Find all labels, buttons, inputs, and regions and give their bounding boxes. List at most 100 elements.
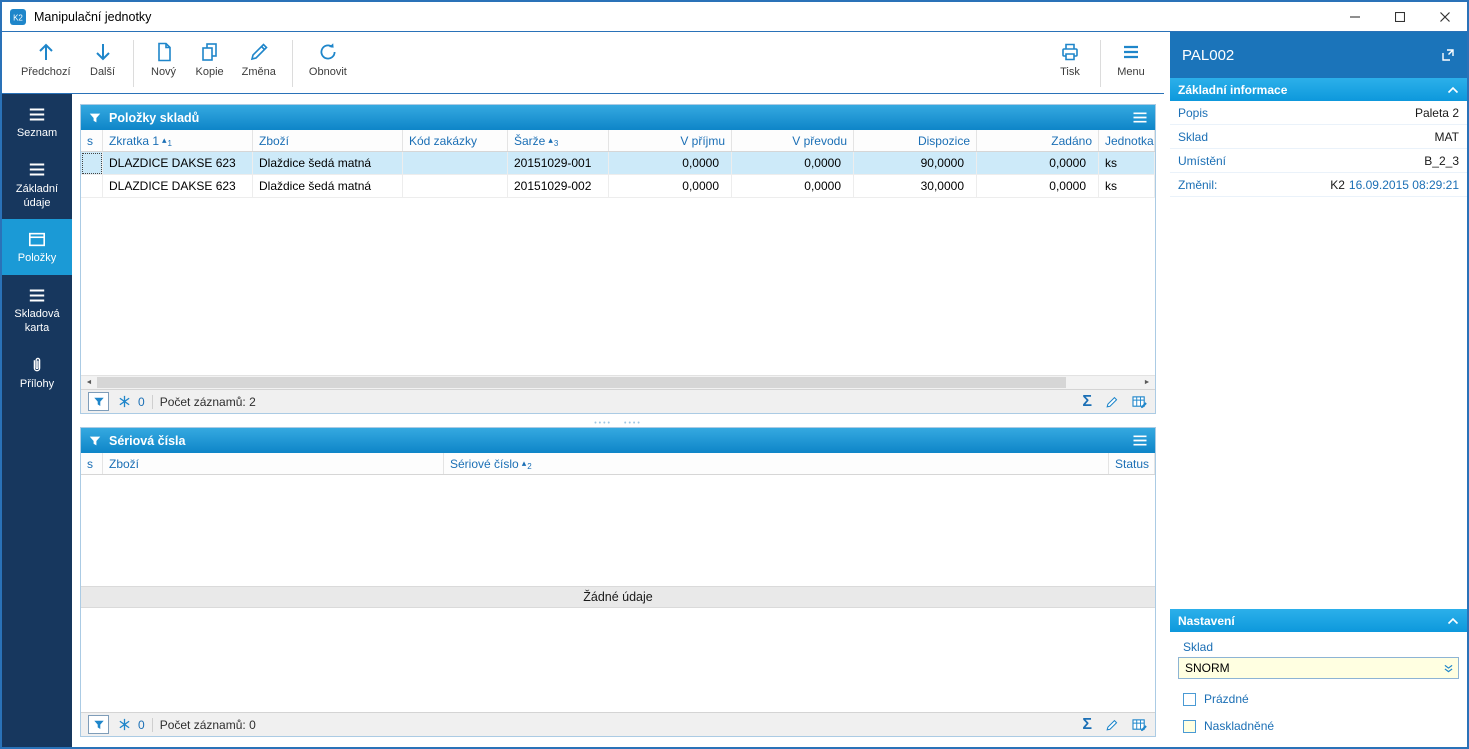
cell-jednotka: ks <box>1099 175 1155 198</box>
new-button[interactable]: Nový <box>141 37 187 90</box>
info-value: K2 16.09.2015 08:29:21 <box>1330 177 1459 192</box>
column-header-kod-zakazky[interactable]: Kód zakázky <box>403 130 508 151</box>
sidebar-item-zakladni-udaje[interactable]: Základní údaje <box>2 150 72 220</box>
scroll-right-icon[interactable]: ► <box>1139 376 1155 389</box>
titlebar: K2 Manipulační jednotky <box>2 2 1467 32</box>
checkbox-prazdne[interactable]: Prázdné <box>1178 692 1459 706</box>
sort-asc-icon: ▴ 3 <box>548 135 559 148</box>
toolbar: Předchozí Další Nový Kopie Změna Obnovit… <box>2 32 1164 94</box>
cell-zadano: 0,0000 <box>977 152 1099 175</box>
info-row-sklad: Sklad MAT <box>1170 125 1467 149</box>
table-row[interactable]: DLAZDICE DAKSE 623 Dlaždice šedá matná 2… <box>81 152 1155 175</box>
close-button[interactable] <box>1422 2 1467 31</box>
arrow-up-icon <box>35 39 57 64</box>
filter-button[interactable] <box>88 392 109 411</box>
scroll-left-icon[interactable]: ◄ <box>81 376 97 389</box>
status-separator <box>151 717 153 732</box>
settings-section: Sklad SNORM Prázdné Naskladněné <box>1170 632 1467 747</box>
filter-funnel-icon[interactable] <box>88 111 102 125</box>
sidebar-item-label: Skladová karta <box>14 308 60 334</box>
warehouse-value: SNORM <box>1185 661 1230 675</box>
edit-icon[interactable] <box>1105 718 1119 732</box>
panel-splitter[interactable] <box>80 414 1156 427</box>
checkbox-naskladnene[interactable]: Naskladněné <box>1178 719 1459 733</box>
serial-numbers-panel-header: Sériová čísla <box>81 428 1155 453</box>
column-header-zbozi[interactable]: Zboží <box>103 453 444 474</box>
table-row[interactable]: DLAZDICE DAKSE 623 Dlaždice šedá matná 2… <box>81 175 1155 198</box>
cell-sarze: 20151029-002 <box>508 175 609 198</box>
panel-menu-icon[interactable] <box>1132 434 1148 447</box>
column-header-sarze[interactable]: Šarže ▴ 3 <box>508 130 609 151</box>
checkbox-box[interactable] <box>1183 719 1196 733</box>
column-header-s[interactable]: s <box>81 130 103 151</box>
status-separator <box>151 394 153 409</box>
frozen-filter-icon[interactable] <box>118 718 131 731</box>
column-header-v-prevodu[interactable]: V převodu <box>732 130 854 151</box>
horizontal-scrollbar[interactable]: ◄ ► <box>81 375 1155 389</box>
form-icon <box>4 229 70 249</box>
refresh-button[interactable]: Obnovit <box>300 37 356 90</box>
sidebar-item-label: Položky <box>17 252 57 265</box>
print-button[interactable]: Tisk <box>1047 37 1093 90</box>
stock-statusbar: 0 Počet záznamů: 2 Σ <box>81 389 1155 413</box>
edit-icon[interactable] <box>1105 395 1119 409</box>
toolbar-separator <box>291 40 293 87</box>
column-header-zadano[interactable]: Zadáno <box>977 130 1099 151</box>
column-header-s[interactable]: s <box>81 453 103 474</box>
column-header-zkratka[interactable]: Zkratka 1 ▴ 1 <box>103 130 253 151</box>
panel-menu-icon[interactable] <box>1132 111 1148 124</box>
sidebar-item-skladova-karta[interactable]: Skladová karta <box>2 275 72 345</box>
next-button[interactable]: Další <box>80 37 126 90</box>
sidebar-item-polozky[interactable]: Položky <box>2 219 72 275</box>
sidebar-item-prilohy[interactable]: Přílohy <box>2 345 72 401</box>
cell-kod-zakazky <box>403 152 508 175</box>
column-settings-icon[interactable] <box>1132 395 1148 409</box>
info-row-umisteni: Umístění B_2_3 <box>1170 149 1467 173</box>
column-header-seriove-cislo[interactable]: Sériové číslo ▴ 2 <box>444 453 1109 474</box>
minimize-button[interactable] <box>1332 2 1377 31</box>
cell-dispozice: 30,0000 <box>854 175 977 198</box>
column-header-status[interactable]: Status <box>1109 453 1155 474</box>
arrow-down-icon <box>92 39 114 64</box>
column-header-dispozice[interactable]: Dispozice <box>854 130 977 151</box>
row-selector-cell <box>81 175 103 198</box>
warehouse-label: Sklad <box>1183 640 1214 654</box>
change-button[interactable]: Změna <box>233 37 285 90</box>
column-header-v-prijmu[interactable]: V příjmu <box>609 130 732 151</box>
sidebar-item-seznam[interactable]: Seznam <box>2 94 72 150</box>
copy-button[interactable]: Kopie <box>187 37 233 90</box>
column-header-zbozi[interactable]: Zboží <box>253 130 403 151</box>
menu-button[interactable]: Menu <box>1108 37 1154 90</box>
detail-filler <box>1170 197 1467 609</box>
filter-button[interactable] <box>88 715 109 734</box>
detail-panel-header: PAL002 <box>1170 32 1467 78</box>
checkbox-box[interactable] <box>1183 692 1196 706</box>
list-icon <box>4 285 70 305</box>
paperclip-icon <box>4 355 70 375</box>
chevron-up-icon[interactable] <box>1447 617 1459 625</box>
detail-title: PAL002 <box>1182 46 1235 64</box>
filter-funnel-icon[interactable] <box>88 434 102 448</box>
close-icon <box>1439 11 1450 22</box>
chevron-up-icon[interactable] <box>1447 86 1459 94</box>
cell-zbozi: Dlaždice šedá matná <box>253 152 403 175</box>
column-header-jednotka[interactable]: Jednotka <box>1099 130 1155 151</box>
scrollbar-thumb[interactable] <box>97 377 1067 388</box>
frozen-filter-icon[interactable] <box>118 395 131 408</box>
copy-label: Kopie <box>195 66 224 78</box>
warehouse-select[interactable]: SNORM <box>1178 657 1459 679</box>
maximize-button[interactable] <box>1377 2 1422 31</box>
sum-icon[interactable]: Σ <box>1082 393 1092 410</box>
previous-button[interactable]: Předchozí <box>12 37 80 90</box>
column-settings-icon[interactable] <box>1132 718 1148 732</box>
copy-icon <box>199 39 221 64</box>
list-icon <box>4 160 70 180</box>
dropdown-icon[interactable] <box>1438 658 1458 678</box>
open-in-window-icon[interactable] <box>1441 48 1455 62</box>
info-value: MAT <box>1434 129 1459 144</box>
scrollbar-track[interactable] <box>97 376 1139 389</box>
cell-v-prijmu: 0,0000 <box>609 152 732 175</box>
filter-count: 0 <box>138 717 145 732</box>
sum-icon[interactable]: Σ <box>1082 716 1092 733</box>
info-label: Umístění <box>1178 153 1227 168</box>
